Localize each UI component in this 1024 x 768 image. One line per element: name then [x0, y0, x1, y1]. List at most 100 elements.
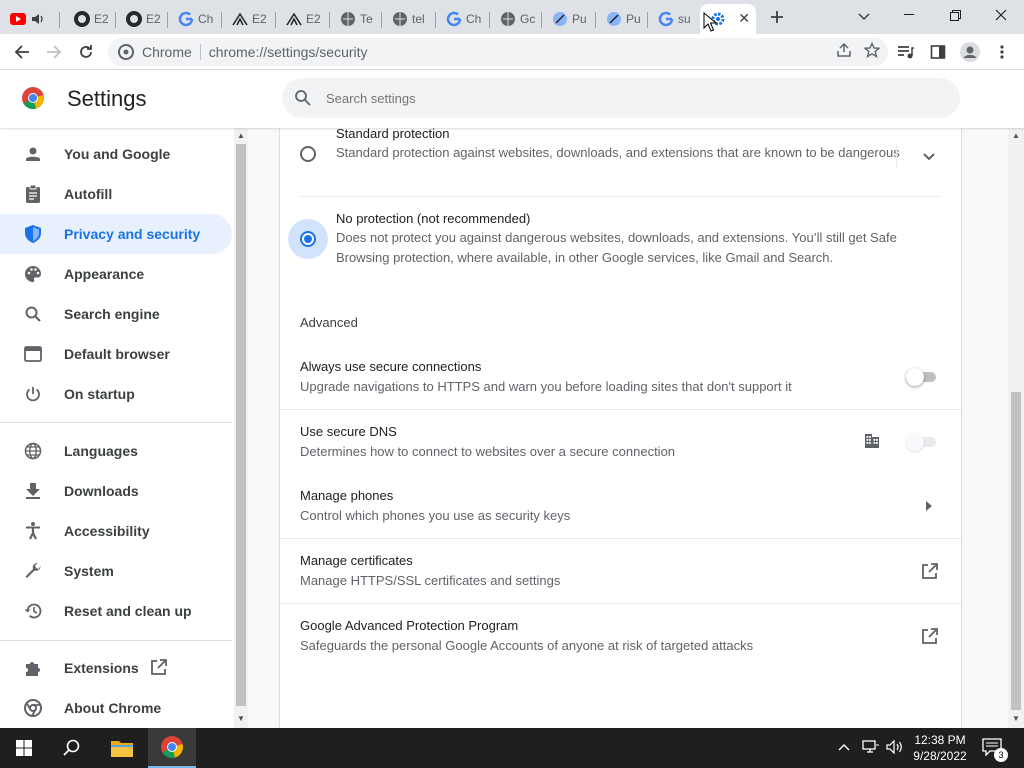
sidebar-item-search-engine[interactable]: Search engine — [0, 294, 232, 334]
settings-main: Standard protection Standard protection … — [248, 126, 1008, 728]
taskbar-clock[interactable]: 12:38 PM 9/28/2022 — [905, 732, 975, 764]
power-icon — [24, 385, 42, 403]
external-link-icon[interactable] — [920, 562, 938, 580]
no-protection-option[interactable]: No protection (not recommended) Does not… — [280, 197, 961, 277]
sidebar-item-extensions[interactable]: Extensions — [0, 648, 232, 688]
close-tab-icon[interactable]: ✕ — [738, 10, 750, 27]
tab-google-3[interactable]: su — [648, 4, 700, 34]
secure-dns-row[interactable]: Use secure DNS Determines how to connect… — [280, 410, 961, 474]
chrome-taskbar-button[interactable] — [148, 728, 196, 768]
forward-button[interactable] — [42, 40, 66, 64]
side-panel-button[interactable] — [926, 40, 950, 64]
sidebar-item-privacy-and-security[interactable]: Privacy and security — [0, 214, 232, 254]
secure-dns-title: Use secure DNS — [300, 424, 397, 439]
profile-button[interactable] — [958, 40, 982, 64]
tree-icon — [286, 11, 302, 27]
tab-youtube[interactable] — [0, 4, 60, 34]
tab-title: E2 — [146, 12, 161, 26]
sidebar-item-languages[interactable]: Languages — [0, 431, 232, 471]
url-text[interactable]: chrome://settings/security — [209, 44, 368, 60]
tab-gc[interactable]: Gc — [490, 4, 542, 34]
tab-te[interactable]: Te — [330, 4, 382, 34]
sidebar-item-downloads[interactable]: Downloads — [0, 471, 232, 511]
tab-search-button[interactable] — [854, 6, 874, 28]
chrome-icon — [118, 44, 134, 60]
site-info-chip[interactable]: Chrome — [118, 44, 192, 60]
github-icon — [74, 11, 90, 27]
sidebar-item-on-startup[interactable]: On startup — [0, 374, 232, 414]
no-protection-radio[interactable] — [300, 231, 316, 247]
manage-phones-row[interactable]: Manage phones Control which phones you u… — [280, 474, 961, 538]
bookmark-star-icon[interactable] — [864, 42, 880, 58]
notification-center-button[interactable]: 3 — [982, 738, 1008, 762]
sidebar-item-default-browser[interactable]: Default browser — [0, 334, 232, 374]
standard-protection-radio[interactable] — [300, 146, 316, 162]
sidebar-item-you-and-google[interactable]: You and Google — [0, 134, 232, 174]
tab-e2-1[interactable]: E2 — [222, 4, 276, 34]
address-bar[interactable]: Chrome chrome://settings/security — [108, 38, 888, 66]
search-icon — [24, 305, 42, 323]
minimize-button[interactable] — [886, 0, 932, 30]
manage-certificates-desc: Manage HTTPS/SSL certificates and settin… — [300, 573, 561, 588]
scroll-down-arrow-icon[interactable]: ▼ — [1012, 714, 1020, 723]
tab-github-2[interactable]: E2 — [116, 4, 168, 34]
sidebar-item-label: Privacy and security — [64, 226, 201, 242]
scroll-up-arrow-icon[interactable]: ▲ — [1012, 131, 1020, 140]
tab-strip: E2 E2 Ch E2 E2 Te tel Ch Gc Pu Pu su ✕ — [0, 0, 1024, 34]
expand-chevron-icon[interactable] — [923, 148, 935, 166]
tab-puppeteer-1[interactable]: Pu — [542, 4, 596, 34]
tab-e2-2[interactable]: E2 — [276, 4, 330, 34]
tab-title: Te — [360, 12, 373, 26]
sidebar-item-appearance[interactable]: Appearance — [0, 254, 232, 294]
main-scrollbar[interactable]: ▲ ▼ — [1008, 128, 1024, 728]
new-tab-button[interactable] — [766, 6, 788, 28]
scroll-down-arrow-icon[interactable]: ▼ — [237, 714, 245, 723]
close-window-button[interactable] — [978, 0, 1024, 30]
chrome-icon — [161, 736, 183, 758]
sidebar-scroll-thumb[interactable] — [236, 144, 246, 706]
tab-puppeteer-2[interactable]: Pu — [596, 4, 648, 34]
advanced-heading: Advanced — [300, 315, 358, 330]
sidebar-scrollbar[interactable]: ▲ ▼ — [234, 128, 248, 728]
share-icon[interactable] — [836, 42, 852, 58]
settings-search-box[interactable] — [282, 78, 960, 118]
menu-button[interactable] — [990, 40, 1014, 64]
minimize-icon — [904, 14, 914, 15]
tab-google-2[interactable]: Ch — [436, 4, 490, 34]
speaker-icon[interactable] — [30, 11, 46, 27]
standard-protection-option[interactable]: Standard protection Standard protection … — [280, 126, 961, 196]
scroll-up-arrow-icon[interactable]: ▲ — [237, 131, 245, 140]
secure-connections-row[interactable]: Always use secure connections Upgrade na… — [280, 345, 961, 409]
puzzle-icon — [24, 659, 42, 677]
download-icon — [24, 482, 42, 500]
search-input[interactable] — [326, 90, 926, 106]
show-hidden-icons-icon[interactable] — [838, 740, 850, 754]
tab-tel[interactable]: tel — [382, 4, 436, 34]
sidebar-item-autofill[interactable]: Autofill — [0, 174, 232, 214]
main-scroll-thumb[interactable] — [1011, 392, 1021, 710]
back-button[interactable] — [10, 40, 34, 64]
tab-google-1[interactable]: Ch — [168, 4, 222, 34]
tab-title: Pu — [572, 12, 587, 26]
secure-connections-toggle[interactable] — [906, 368, 938, 386]
reload-button[interactable] — [74, 40, 98, 64]
advanced-protection-title: Google Advanced Protection Program — [300, 618, 519, 633]
tab-github-1[interactable]: E2 — [64, 4, 116, 34]
manage-certificates-row[interactable]: Manage certificates Manage HTTPS/SSL cer… — [280, 539, 961, 603]
start-button[interactable] — [0, 728, 48, 768]
volume-icon[interactable] — [886, 739, 904, 757]
file-explorer-button[interactable] — [98, 728, 146, 768]
enterprise-building-icon — [864, 433, 880, 454]
media-control-button[interactable] — [894, 40, 918, 64]
arrow-right-icon[interactable] — [920, 497, 938, 515]
sidebar-item-label: Extensions — [64, 660, 139, 676]
sidebar-item-about-chrome[interactable]: About Chrome — [0, 688, 232, 728]
restore-button[interactable] — [932, 0, 978, 30]
network-icon[interactable] — [862, 740, 880, 757]
taskbar-search-button[interactable] — [48, 728, 96, 768]
sidebar-item-accessibility[interactable]: Accessibility — [0, 511, 232, 551]
external-link-icon[interactable] — [920, 627, 938, 645]
sidebar-item-system[interactable]: System — [0, 551, 232, 591]
sidebar-item-reset-and-clean-up[interactable]: Reset and clean up — [0, 591, 232, 631]
advanced-protection-row[interactable]: Google Advanced Protection Program Safeg… — [280, 604, 961, 668]
